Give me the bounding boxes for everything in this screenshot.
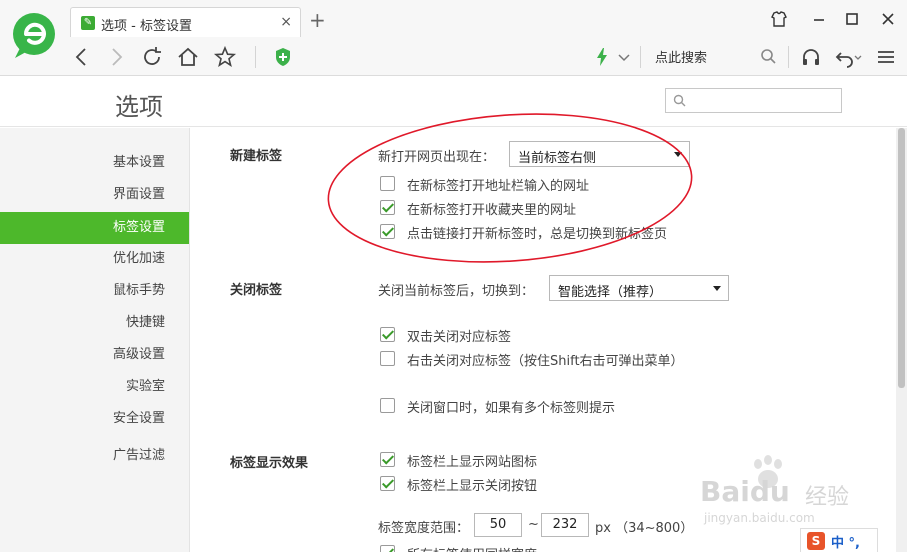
ime-indicator[interactable]: S 中 °, bbox=[800, 528, 878, 552]
checkbox[interactable] bbox=[380, 545, 395, 552]
sidebar-item-basic[interactable]: 基本设置 bbox=[0, 147, 165, 179]
tab-width-label: 标签宽度范围： bbox=[378, 521, 470, 536]
sidebar-item-adblock[interactable]: 广告过滤 bbox=[0, 440, 165, 472]
checkbox-show-close-button[interactable]: 标签栏上显示关闭按钮 bbox=[380, 475, 680, 494]
close-switch-select[interactable]: 智能选择（推荐） bbox=[549, 275, 729, 301]
checkbox-label: 双击关闭对应标签 bbox=[407, 330, 512, 345]
tab-title: 选项 - 标签设置 bbox=[101, 19, 192, 34]
section-title-display: 标签显示效果 bbox=[230, 456, 309, 471]
tab-width-separator: ~ bbox=[528, 517, 539, 532]
scroll-thumb[interactable] bbox=[898, 128, 905, 388]
checkbox[interactable] bbox=[380, 452, 395, 467]
checkbox-label: 标签栏上显示网站图标 bbox=[407, 455, 538, 470]
checkbox-same-width[interactable]: 所有标签使用同样宽度 bbox=[380, 544, 680, 552]
close-switch-value: 智能选择（推荐） bbox=[558, 285, 663, 300]
checkbox[interactable] bbox=[380, 176, 395, 191]
checkbox-right-click-close[interactable]: 右击关闭对应标签（按住Shift右击可弹出菜单） bbox=[380, 350, 800, 369]
sidebar-item-optimize[interactable]: 优化加速 bbox=[0, 243, 165, 275]
checkbox-label: 右击关闭对应标签（按住Shift右击可弹出菜单） bbox=[407, 354, 684, 369]
checkbox-switch-to-new-tab[interactable]: 点击链接打开新标签时，总是切换到新标签页 bbox=[380, 223, 800, 242]
checkbox[interactable] bbox=[380, 200, 395, 215]
checkbox[interactable] bbox=[380, 351, 395, 366]
checkbox-show-site-icon[interactable]: 标签栏上显示网站图标 bbox=[380, 451, 680, 470]
checkbox[interactable] bbox=[380, 224, 395, 239]
checkbox-label: 在新标签打开收藏夹里的网址 bbox=[407, 203, 577, 218]
tab-width-unit: px （34~800） bbox=[595, 521, 694, 536]
refresh-icon[interactable] bbox=[140, 45, 164, 69]
chevron-down-icon[interactable] bbox=[852, 45, 864, 69]
back-icon[interactable] bbox=[70, 45, 94, 69]
checkbox-confirm-close-window[interactable]: 关闭窗口时，如果有多个标签则提示 bbox=[380, 397, 740, 416]
sidebar-item-advanced[interactable]: 高级设置 bbox=[0, 339, 165, 371]
sogou-icon: S bbox=[807, 532, 825, 550]
checkbox-label: 点击链接打开新标签时，总是切换到新标签页 bbox=[407, 227, 668, 242]
options-search-input[interactable] bbox=[692, 91, 837, 110]
checkbox-label: 在新标签打开地址栏输入的网址 bbox=[407, 179, 590, 194]
tab-close-icon[interactable]: × bbox=[280, 14, 292, 30]
search-icon[interactable] bbox=[757, 45, 781, 69]
chevron-down-icon bbox=[674, 152, 682, 157]
home-icon[interactable] bbox=[176, 45, 200, 69]
star-icon[interactable] bbox=[213, 45, 237, 69]
checkbox-double-click-close[interactable]: 双击关闭对应标签 bbox=[380, 326, 680, 345]
chevron-down-icon bbox=[713, 286, 721, 291]
checkbox[interactable] bbox=[380, 327, 395, 342]
section-title-close-tab: 关闭标签 bbox=[230, 283, 283, 298]
tab-width-min-input[interactable]: 50 bbox=[474, 513, 522, 537]
tab-width-max-input[interactable]: 232 bbox=[541, 513, 589, 537]
menu-icon[interactable] bbox=[874, 45, 898, 69]
checkbox-label: 标签栏上显示关闭按钮 bbox=[407, 479, 538, 494]
checkbox[interactable] bbox=[380, 398, 395, 413]
settings-sidebar: 基本设置 界面设置 标签设置 优化加速 鼠标手势 快捷键 高级设置 实验室 安全… bbox=[0, 128, 190, 552]
options-search-box[interactable] bbox=[665, 88, 842, 113]
toolbar-separator bbox=[640, 46, 641, 68]
toolbar-separator bbox=[255, 46, 256, 68]
checkbox-open-addressbar-in-new-tab[interactable]: 在新标签打开地址栏输入的网址 bbox=[380, 175, 700, 194]
page-title: 选项 bbox=[115, 93, 163, 121]
sidebar-item-shortcuts[interactable]: 快捷键 bbox=[0, 307, 165, 339]
sidebar-item-mouse-gestures[interactable]: 鼠标手势 bbox=[0, 275, 165, 307]
skin-icon[interactable] bbox=[768, 8, 790, 30]
chevron-down-icon[interactable] bbox=[612, 45, 636, 69]
shield-plus-icon[interactable] bbox=[271, 45, 295, 69]
ime-mode: 中 °, bbox=[831, 536, 860, 551]
section-title-new-tab: 新建标签 bbox=[230, 149, 283, 164]
headphones-icon[interactable] bbox=[799, 45, 823, 69]
sidebar-item-security[interactable]: 安全设置 bbox=[0, 403, 165, 435]
sidebar-item-lab[interactable]: 实验室 bbox=[0, 371, 165, 403]
browser-logo bbox=[13, 13, 55, 58]
tab-options[interactable]: ✎ 选项 - 标签设置 × bbox=[70, 7, 301, 37]
lightning-icon[interactable] bbox=[590, 45, 614, 69]
sidebar-item-tabs[interactable]: 标签设置 bbox=[0, 212, 189, 244]
forward-icon[interactable] bbox=[104, 45, 128, 69]
minimize-icon[interactable] bbox=[808, 8, 830, 30]
open-position-select[interactable]: 当前标签右侧 bbox=[509, 141, 690, 167]
options-header: 选项 bbox=[0, 77, 907, 127]
toolbar-separator bbox=[788, 46, 789, 68]
browser-chrome: ✎ 选项 - 标签设置 × + 点此搜索 bbox=[0, 0, 907, 76]
open-position-value: 当前标签右侧 bbox=[518, 151, 597, 166]
close-switch-label: 关闭当前标签后，切换到： bbox=[378, 284, 535, 299]
checkbox-label: 关闭窗口时，如果有多个标签则提示 bbox=[407, 401, 616, 416]
checkbox-label: 所有标签使用同样宽度 bbox=[407, 544, 537, 552]
search-engine-label[interactable]: 点此搜索 bbox=[655, 47, 707, 66]
sidebar-item-interface[interactable]: 界面设置 bbox=[0, 179, 165, 211]
checkbox-open-favorites-in-new-tab[interactable]: 在新标签打开收藏夹里的网址 bbox=[380, 199, 700, 218]
settings-content: 新建标签 新打开网页出现在： 当前标签右侧 在新标签打开地址栏输入的网址 在新标… bbox=[191, 128, 896, 552]
content-scrollbar[interactable] bbox=[896, 128, 907, 552]
open-position-label: 新打开网页出现在： bbox=[378, 150, 496, 165]
checkbox[interactable] bbox=[380, 476, 395, 491]
maximize-icon[interactable] bbox=[841, 8, 863, 30]
close-icon[interactable] bbox=[877, 8, 899, 30]
new-tab-button[interactable]: + bbox=[309, 10, 326, 30]
search-icon bbox=[673, 94, 686, 107]
wrench-icon: ✎ bbox=[81, 16, 95, 30]
